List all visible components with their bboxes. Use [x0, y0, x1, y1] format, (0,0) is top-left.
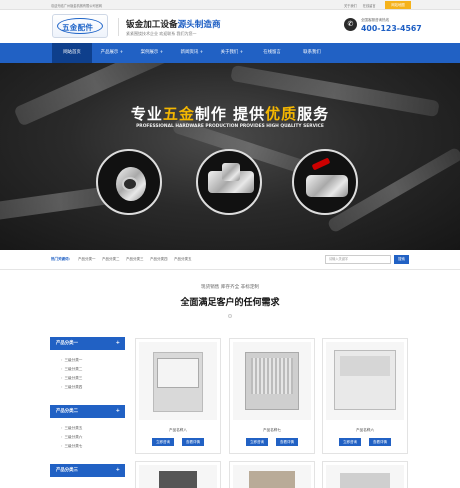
- banner-subline: PROFESSIONAL HARDWARE PRODUCTION PROVIDE…: [136, 124, 324, 129]
- product-card[interactable]: [135, 461, 221, 488]
- cabinet-panel: [340, 356, 390, 376]
- products-section-head: 现货销售 库存齐全 非标定制 全面满足客户的任何需求: [0, 284, 460, 318]
- banner-headline: 专业五金制作 提供优质服务: [0, 103, 460, 124]
- products-title: 全面满足客户的任何需求: [180, 298, 280, 308]
- header-divider: [118, 18, 119, 36]
- nav-item-products[interactable]: 产品展示 +: [92, 43, 132, 63]
- headline-part-b: 五金: [162, 105, 195, 123]
- hot-keywords-bar: 热门关键词： 产品分类一 产品分类二 产品分类三 产品分类四 产品分类五 请输入…: [0, 250, 460, 270]
- plus-icon: +: [115, 467, 120, 473]
- details-button[interactable]: 查看详情: [276, 438, 298, 446]
- carousel-dots: [215, 237, 245, 250]
- main-nav: 网站首页 产品展示 + 案例展示 + 新闻资讯 + 关于我们 + 在线留言 联系…: [0, 43, 460, 63]
- product-card[interactable]: [322, 461, 408, 488]
- hero-banner[interactable]: 专业五金制作 提供优质服务 PROFESSIONAL HARDWARE PROD…: [0, 63, 460, 250]
- product-image: [139, 342, 217, 420]
- tee-fitting-top: [222, 163, 240, 181]
- phone-icon: ✆: [344, 18, 357, 31]
- product-card[interactable]: 产品名称八 立即咨询 查看详情: [135, 338, 221, 454]
- consult-button[interactable]: 立即咨询: [246, 438, 268, 446]
- category-item[interactable]: 三级分类四: [61, 385, 82, 390]
- logo[interactable]: 五金配件: [52, 14, 108, 38]
- product-caption: 产品名称七: [263, 428, 281, 432]
- category-head-3[interactable]: 产品分类三 +: [50, 464, 125, 477]
- plus-icon: +: [115, 340, 120, 346]
- nav-item-about[interactable]: 关于我们 +: [212, 43, 252, 63]
- category-title: 产品分类二: [56, 409, 78, 414]
- category-sidebar: 产品分类一 + 三级分类一 三级分类二 三级分类三 三级分类四 产品分类二 + 三级…: [50, 333, 125, 488]
- category-title: 产品分类一: [56, 341, 78, 346]
- welcome-text: 欢迎光临广州钣金机械有限公司官网: [51, 4, 102, 8]
- nav-item-cases[interactable]: 案例展示 +: [132, 43, 172, 63]
- top-bar: 欢迎光临广州钣金机械有限公司官网 关于我们 在线留言 网站地图: [0, 0, 460, 10]
- header-slogan: 钣金加工设备源头制造商: [126, 18, 221, 30]
- product-caption: 产品名称八: [169, 428, 187, 432]
- headline-part-a: 专业: [130, 105, 163, 123]
- cabinet-shape: [249, 471, 295, 488]
- hotline-label: 全国客服咨询热线: [361, 18, 389, 22]
- headline-part-c: 制作 提供: [194, 105, 266, 123]
- category-item[interactable]: 三级分类一: [61, 358, 82, 363]
- category-item[interactable]: 三级分类二: [61, 367, 82, 372]
- hotline: ✆ 全国客服咨询热线 400-123-4567: [344, 16, 422, 40]
- slogan-part-a: 钣金加工设备: [126, 20, 178, 30]
- keyword-link[interactable]: 产品分类五: [174, 257, 192, 262]
- plus-icon: +: [115, 408, 120, 414]
- valve-handle: [311, 157, 331, 171]
- category-head-2[interactable]: 产品分类二 +: [50, 405, 125, 418]
- header-subslogan: 紧紧围绕技术企业 欢迎联系 我们为您一: [126, 31, 197, 36]
- product-image: [233, 465, 311, 488]
- nav-item-contact[interactable]: 联系我们: [292, 43, 332, 63]
- nav-item-message[interactable]: 在线留言: [252, 43, 292, 63]
- cabinet-shape: [159, 471, 197, 488]
- search-button[interactable]: 搜索: [394, 255, 409, 264]
- top-link-message[interactable]: 在线留言: [363, 4, 376, 8]
- keyword-link[interactable]: 产品分类一: [78, 257, 96, 262]
- nav-item-home[interactable]: 网站首页: [52, 43, 92, 63]
- search-input[interactable]: 请输入关键字: [325, 255, 391, 264]
- header: 五金配件 钣金加工设备源头制造商 紧紧围绕技术企业 欢迎联系 我们为您一 ✆ 全…: [0, 10, 460, 43]
- cabinet-shape: [340, 473, 390, 488]
- top-link-about[interactable]: 关于我们: [344, 4, 357, 8]
- product-card[interactable]: [229, 461, 315, 488]
- keyword-link[interactable]: 产品分类二: [102, 257, 120, 262]
- pipe-fitting-hole: [122, 177, 138, 191]
- product-caption: 产品名称六: [356, 428, 374, 432]
- cabinet-grill: [251, 358, 293, 394]
- category-item[interactable]: 三级分类六: [61, 435, 82, 440]
- top-links: 关于我们 在线留言: [344, 3, 381, 8]
- cabinet-window: [157, 358, 199, 388]
- product-image: [233, 342, 311, 420]
- product-card[interactable]: 产品名称六 立即咨询 查看详情: [322, 338, 408, 454]
- slogan-part-b: 源头制造商: [177, 20, 221, 30]
- product-image: [139, 465, 217, 488]
- logo-text: 五金配件: [62, 23, 94, 32]
- details-button[interactable]: 查看详情: [369, 438, 391, 446]
- keyword-link[interactable]: 产品分类四: [150, 257, 168, 262]
- headline-part-d: 优质: [265, 105, 298, 123]
- headline-part-e: 服务: [297, 105, 330, 123]
- consult-button[interactable]: 立即咨询: [152, 438, 174, 446]
- product-image: [326, 465, 404, 488]
- product-circle-tee: [196, 149, 262, 215]
- products-subtitle: 现货销售 库存齐全 非标定制: [200, 285, 260, 290]
- category-item[interactable]: 三级分类五: [61, 426, 82, 431]
- valve-image: [306, 175, 348, 197]
- hot-keywords-label: 热门关键词：: [51, 257, 72, 261]
- details-button[interactable]: 查看详情: [182, 438, 204, 446]
- category-head-1[interactable]: 产品分类一 +: [50, 337, 125, 350]
- category-item[interactable]: 三级分类七: [61, 444, 82, 449]
- keyword-link[interactable]: 产品分类三: [126, 257, 144, 262]
- category-title: 产品分类三: [56, 468, 78, 473]
- nav-item-news[interactable]: 新闻资讯 +: [172, 43, 212, 63]
- product-circle-valve: [292, 149, 358, 215]
- product-image: [326, 342, 404, 420]
- title-dot-decor: [228, 314, 232, 318]
- hotline-number: 400-123-4567: [361, 24, 422, 33]
- consult-button[interactable]: 立即咨询: [339, 438, 361, 446]
- product-card[interactable]: 产品名称七 立即咨询 查看详情: [229, 338, 315, 454]
- product-circle-fitting: [96, 149, 162, 215]
- sitemap-button[interactable]: 网站地图: [385, 1, 411, 9]
- category-item[interactable]: 三级分类三: [61, 376, 82, 381]
